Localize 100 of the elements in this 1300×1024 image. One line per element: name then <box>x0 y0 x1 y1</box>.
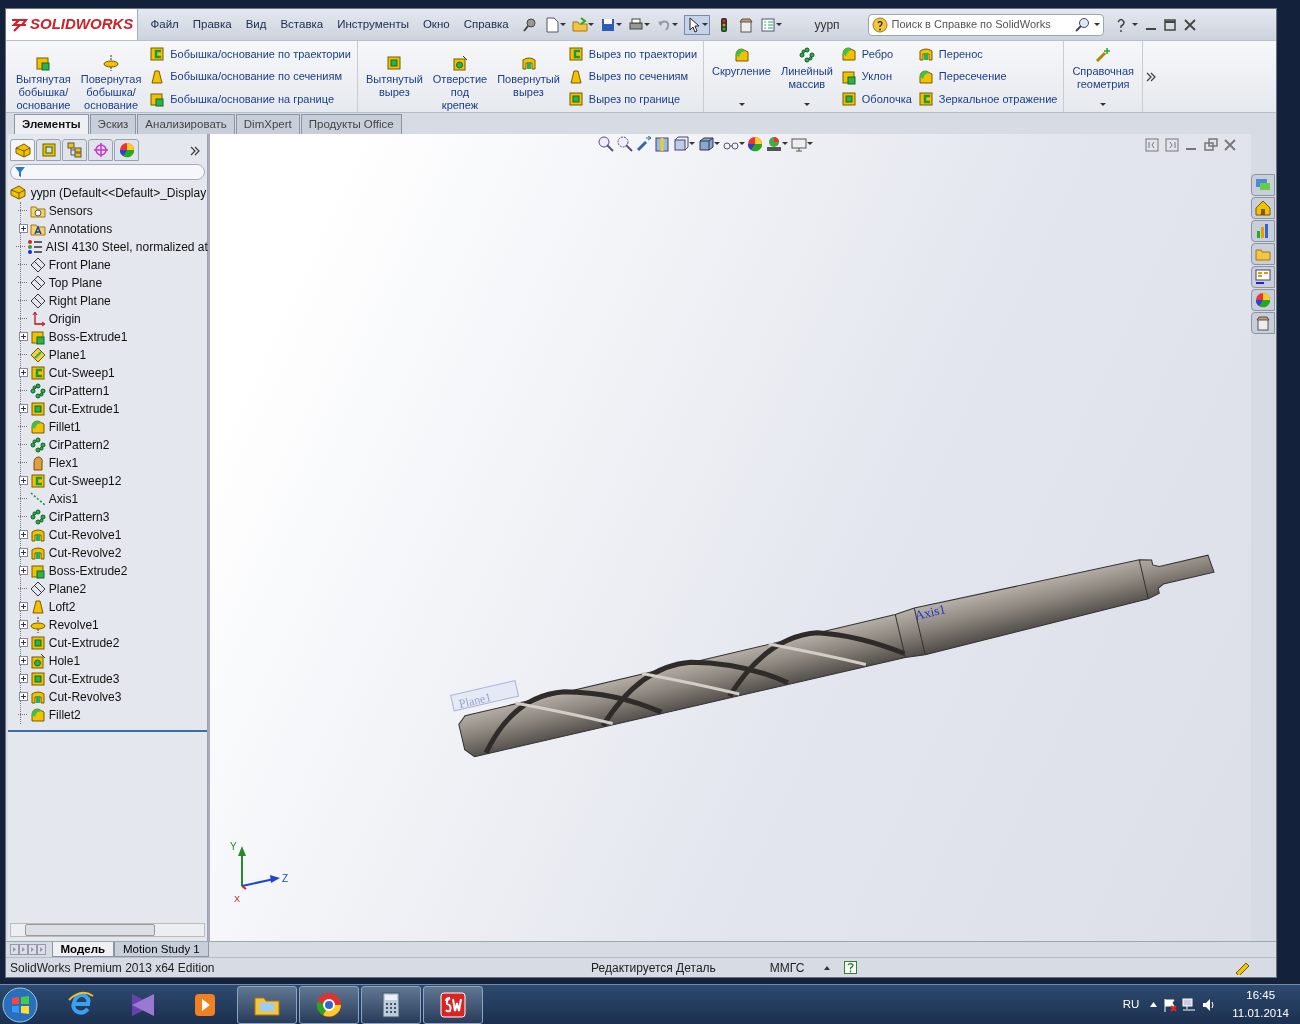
dropdown-caret-icon[interactable] <box>671 23 678 26</box>
ribbon-button[interactable]: Бобышка/основание по сечениям <box>149 68 351 85</box>
help-search-field[interactable]: Поиск в Справке по SolidWorks <box>891 16 1070 33</box>
help-icon[interactable] <box>1114 16 1127 33</box>
view-orientation-icon[interactable] <box>673 135 689 152</box>
flag-icon[interactable] <box>1162 997 1177 1012</box>
expand-icon[interactable] <box>18 692 28 702</box>
horizontal-scrollbar[interactable] <box>10 923 205 937</box>
expand-icon[interactable] <box>18 332 28 342</box>
help-icon[interactable] <box>844 961 858 974</box>
tree-item[interactable]: Revolve1 <box>48 615 99 634</box>
taskbar-button[interactable] <box>361 985 421 1024</box>
taskbar-button[interactable] <box>423 985 483 1024</box>
scene-icon[interactable] <box>766 135 782 152</box>
restore-icon[interactable] <box>1203 137 1218 152</box>
bar-chart-icon[interactable] <box>1255 222 1271 239</box>
ribbon-button[interactable]: Вырез по траектории <box>567 46 698 63</box>
ribbon-button[interactable]: Уклон <box>840 68 912 85</box>
expand-icon[interactable] <box>18 548 28 558</box>
dropdown-caret-icon[interactable] <box>738 142 745 146</box>
options-icon[interactable] <box>737 16 754 33</box>
clock-time[interactable]: 16:45 <box>1246 987 1276 1005</box>
tree-item[interactable]: Cut-Revolve3 <box>48 687 122 706</box>
start-button-icon[interactable] <box>0 984 40 1024</box>
dropdown-caret-icon[interactable] <box>643 23 650 26</box>
house-icon[interactable] <box>1255 199 1271 216</box>
volume-icon[interactable] <box>1201 997 1216 1012</box>
ribbon-button[interactable]: Вытянутый вырез <box>363 43 425 110</box>
clock-date[interactable]: 11.01.2014 <box>1232 1004 1289 1022</box>
menu-item[interactable]: Окно <box>415 15 457 34</box>
ribbon-button[interactable]: Зеркальное отражение <box>917 90 1058 107</box>
command-tab[interactable]: Продукты Office <box>300 113 402 134</box>
new-document-icon[interactable] <box>543 16 560 33</box>
dropdown-caret-icon[interactable] <box>559 23 566 26</box>
tree-item[interactable]: CirPattern1 <box>48 381 110 400</box>
command-tab[interactable]: Элементы <box>14 113 89 134</box>
menu-item[interactable]: Вставка <box>273 15 331 34</box>
tree-root-item[interactable]: уурп (Default<<Default>_Display <box>30 183 207 202</box>
tree-item[interactable]: Top Plane <box>48 273 103 292</box>
expand-icon[interactable] <box>18 656 28 666</box>
tree-item[interactable]: Axis1 <box>48 489 79 508</box>
pencil-icon[interactable] <box>1234 960 1250 975</box>
expand-icon[interactable] <box>18 566 28 576</box>
tree-item[interactable]: Fillet2 <box>48 705 81 724</box>
up-arrow-icon[interactable] <box>1150 1002 1158 1007</box>
clipboard-icon[interactable] <box>1255 314 1271 331</box>
help-search-box[interactable]: Поиск в Справке по SolidWorks <box>867 13 1104 36</box>
taskbar-button[interactable] <box>237 985 297 1024</box>
dropdown-caret-icon[interactable] <box>1132 23 1139 26</box>
tree-item[interactable]: Plane2 <box>48 579 87 598</box>
ribbon-button[interactable]: Вытянутая бобышка/основание <box>14 43 73 110</box>
expand-icon[interactable] <box>18 476 28 486</box>
tree-item[interactable]: Cut-Revolve2 <box>48 543 122 562</box>
tree-item[interactable]: Hole1 <box>48 651 81 670</box>
pin-icon[interactable] <box>521 16 538 33</box>
zoom-area-icon[interactable] <box>616 135 633 152</box>
tree-item[interactable]: CirPattern2 <box>48 435 110 454</box>
cube-icon[interactable] <box>697 135 714 152</box>
dropdown-caret-icon[interactable] <box>713 142 720 146</box>
color-ball-icon[interactable] <box>1255 291 1271 308</box>
expand-icon[interactable] <box>18 620 28 630</box>
ribbon-button[interactable]: Вырез по границе <box>567 90 698 107</box>
bottom-tab[interactable]: Модель <box>51 942 115 957</box>
ribbon-button[interactable]: Вырез по сечениям <box>567 68 698 85</box>
dropdown-caret-icon[interactable] <box>806 142 813 146</box>
ribbon-button[interactable]: Скругление <box>710 43 773 110</box>
dropdown-caret-icon[interactable] <box>775 23 782 26</box>
expand-icon[interactable] <box>18 638 28 648</box>
dropdown-caret-icon[interactable] <box>689 142 695 146</box>
up-arrow-icon[interactable] <box>824 965 831 970</box>
graphics-viewport[interactable]: Axis1 Plane1 Y Z X <box>208 133 1251 941</box>
ribbon-button[interactable]: Бобышка/основание на границе <box>149 90 351 107</box>
menu-item[interactable]: Правка <box>185 15 239 34</box>
taskbar-button[interactable] <box>299 985 359 1024</box>
expand-icon[interactable] <box>18 602 28 612</box>
dropdown-caret-icon[interactable] <box>701 23 708 26</box>
menu-item[interactable]: Файл <box>143 15 186 34</box>
chevron-icon[interactable] <box>189 145 200 156</box>
crosshair-icon[interactable] <box>92 141 109 158</box>
previous-view-icon[interactable] <box>635 135 652 152</box>
tree-item[interactable]: Annotations <box>48 219 113 238</box>
tree-item[interactable]: Sensors <box>48 201 93 220</box>
ribbon-button[interactable]: Перенос <box>917 46 1058 63</box>
print-icon[interactable] <box>627 16 644 33</box>
menu-item[interactable]: Вид <box>238 15 274 34</box>
tree-item[interactable]: Front Plane <box>48 255 111 274</box>
tree-item[interactable]: CirPattern3 <box>48 507 110 526</box>
expand-icon[interactable] <box>18 224 28 234</box>
ribbon-button[interactable]: Отверстие под крепеж <box>430 43 490 110</box>
ribbon-button[interactable]: Повернутый вырез <box>495 43 562 110</box>
close-icon[interactable] <box>1182 17 1197 32</box>
language-indicator[interactable]: RU <box>1122 995 1140 1014</box>
ribbon-button[interactable]: Бобышка/основание по траектории <box>149 46 351 63</box>
tree-item[interactable]: Boss-Extrude1 <box>48 327 128 346</box>
hierarchy-icon[interactable] <box>66 141 83 158</box>
menu-item[interactable]: Справка <box>456 15 516 34</box>
save-icon[interactable] <box>599 16 616 33</box>
view-palette-icon[interactable] <box>1255 268 1271 285</box>
tree-item[interactable]: Flex1 <box>48 453 79 472</box>
zoom-fit-icon[interactable] <box>598 135 614 152</box>
